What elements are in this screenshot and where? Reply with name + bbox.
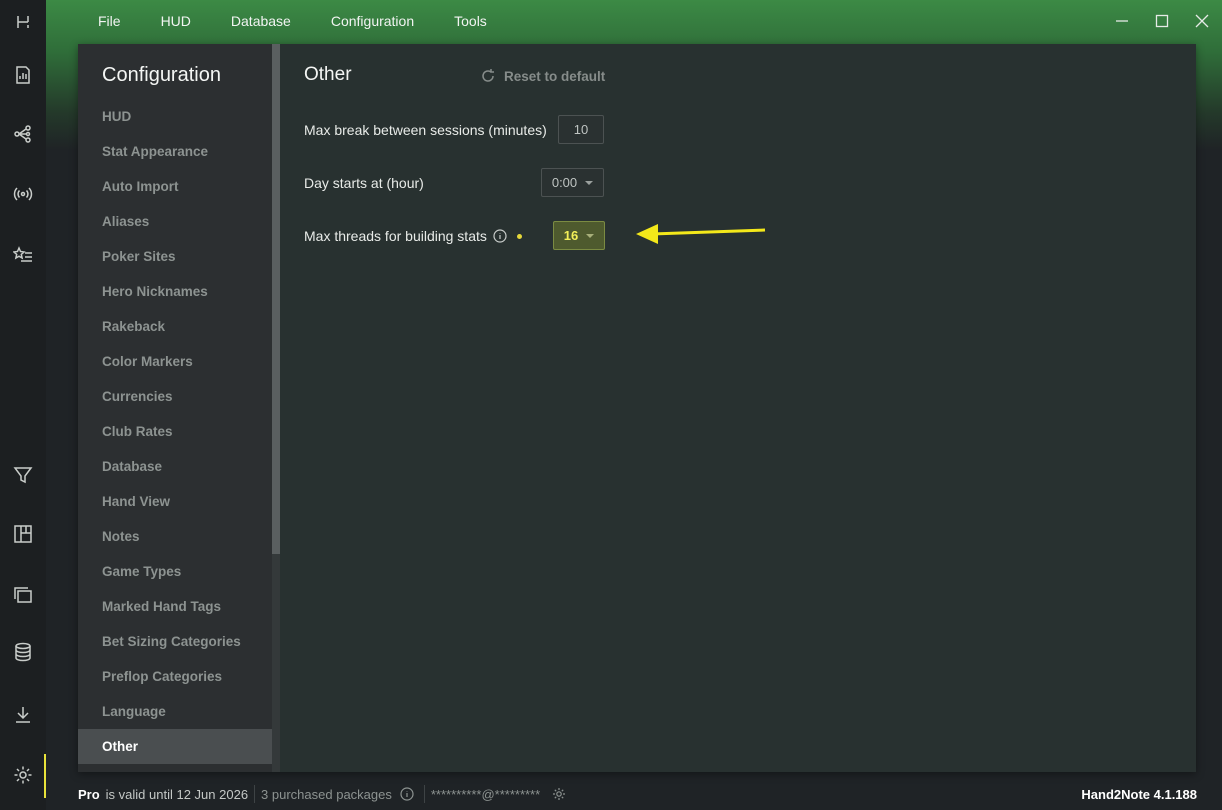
sidebar-item-hand-view[interactable]: Hand View [78,484,272,519]
graph-icon[interactable] [5,116,41,152]
day-start-value: 0:00 [551,175,578,190]
menu-file[interactable]: File [46,13,141,29]
sidebar-item-aliases[interactable]: Aliases [78,204,272,239]
menu-bar: File HUD Database Configuration Tools [46,0,507,42]
threads-setting-row: Max threads for building stats [304,228,522,244]
reset-icon [482,69,494,82]
configuration-panel: Configuration HUD Stat Appearance Auto I… [78,44,1196,772]
threads-value: 16 [563,228,579,243]
divider [423,785,425,803]
window-controls [1102,0,1222,42]
sidebar-item-auto-import[interactable]: Auto Import [78,169,272,204]
divider [254,785,256,803]
info-icon[interactable] [400,787,414,801]
app-version: Hand2Note 4.1.188 [1081,786,1197,802]
annotation-arrow-icon [636,224,766,244]
reset-to-default-button[interactable]: Reset to default [480,68,605,84]
sidebar-item-marked-hand-tags[interactable]: Marked Hand Tags [78,589,272,624]
settings-content: Other Reset to default Max break between… [280,44,1196,772]
sidebar-item-game-types[interactable]: Game Types [78,554,272,589]
sidebar-item-database[interactable]: Database [78,449,272,484]
sidebar-item-bet-sizing-categories[interactable]: Bet Sizing Categories [78,624,272,659]
sidebar-title: Configuration [102,64,221,86]
database-icon[interactable] [5,634,41,670]
sidebar-item-rakeback[interactable]: Rakeback [78,309,272,344]
status-bar: Pro is valid until 12 Jun 2026 3 purchas… [46,778,1222,810]
sidebar-item-hero-nicknames[interactable]: Hero Nicknames [78,274,272,309]
sidebar-item-preflop-categories[interactable]: Preflop Categories [78,659,272,694]
report-icon[interactable] [5,57,41,93]
settings-icon[interactable] [5,757,41,793]
page-title: Other [304,64,352,85]
menu-tools[interactable]: Tools [434,13,507,29]
broadcast-icon[interactable] [5,176,41,212]
account-email: **********@********* [430,786,541,802]
sidebar-item-hud[interactable]: HUD [78,99,272,134]
logo-icon[interactable] [5,4,41,40]
left-rail [0,0,46,810]
sidebar-item-notes[interactable]: Notes [78,519,272,554]
star-list-icon[interactable] [5,237,41,273]
menu-database[interactable]: Database [211,13,311,29]
plan-badge: Pro [78,786,100,802]
config-sidebar: Configuration HUD Stat Appearance Auto I… [78,44,272,772]
minimize-button[interactable] [1102,0,1142,42]
chevron-down-icon [586,233,595,238]
filter-icon[interactable] [5,457,41,493]
threads-label: Max threads for building stats [304,228,487,244]
max-break-label: Max break between sessions (minutes) [304,122,547,138]
sidebar-item-other[interactable]: Other [78,729,272,764]
chevron-down-icon [585,180,594,185]
sidebar-item-stat-appearance[interactable]: Stat Appearance [78,134,272,169]
sidebar-scrollbar-thumb[interactable] [272,44,280,554]
purchased-packages[interactable]: 3 purchased packages [261,787,392,802]
maximize-button[interactable] [1142,0,1182,42]
modified-dot [516,233,522,239]
sidebar-item-poker-sites[interactable]: Poker Sites [78,239,272,274]
threads-dropdown[interactable]: 16 [553,221,605,250]
menu-hud[interactable]: HUD [141,13,211,29]
sidebar-item-color-markers[interactable]: Color Markers [78,344,272,379]
menu-configuration[interactable]: Configuration [311,13,434,29]
sidebar-item-club-rates[interactable]: Club Rates [78,414,272,449]
day-start-dropdown[interactable]: 0:00 [541,168,604,197]
license-validity: is valid until 12 Jun 2026 [105,786,249,802]
windows-icon[interactable] [5,577,41,613]
sidebar-item-language[interactable]: Language [78,694,272,729]
max-break-input[interactable]: 10 [558,115,604,144]
sidebar-item-currencies[interactable]: Currencies [78,379,272,414]
layout-icon[interactable] [5,516,41,552]
close-button[interactable] [1182,0,1222,42]
config-nav-list: HUD Stat Appearance Auto Import Aliases … [78,99,272,764]
day-start-label: Day starts at (hour) [304,175,424,191]
info-icon[interactable] [493,229,507,243]
download-icon[interactable] [5,697,41,733]
gear-icon[interactable] [552,787,566,801]
reset-label: Reset to default [504,68,606,84]
